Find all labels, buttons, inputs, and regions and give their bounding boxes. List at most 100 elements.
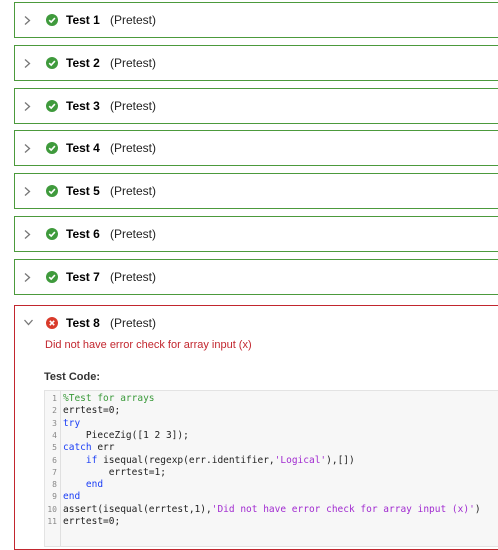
test-code-label: Test Code: <box>44 371 101 383</box>
check-circle-icon <box>46 14 58 26</box>
chevron-right-icon[interactable] <box>24 144 31 153</box>
test-header[interactable]: Test 3 (Pretest) <box>15 89 498 123</box>
chevron-right-icon[interactable] <box>24 273 31 282</box>
code-text: errtest=0; <box>63 405 120 417</box>
code-line: 3 try <box>45 418 498 430</box>
chevron-right-icon[interactable] <box>24 102 31 111</box>
code-line: 1 %Test for arrays <box>45 393 498 405</box>
chevron-right-icon[interactable] <box>24 187 31 196</box>
code-token: errtest=0; <box>63 516 121 527</box>
check-circle-icon <box>46 228 58 240</box>
test-item-4: Test 4 (Pretest) <box>14 130 498 166</box>
line-number: 5 <box>52 443 57 453</box>
code-token: isequal(regexp(err.identifier, <box>97 454 275 466</box>
line-number: 11 <box>47 517 57 526</box>
test-header[interactable]: Test 5 (Pretest) <box>15 174 498 208</box>
code-token: PieceZig([1 2 3]); <box>63 429 189 441</box>
check-circle-icon <box>46 185 58 197</box>
test-name: Test 2 <box>66 56 100 70</box>
chevron-right-icon[interactable] <box>24 59 31 68</box>
check-circle-icon <box>46 57 58 69</box>
code-text: end <box>63 479 103 491</box>
test-name: Test 7 <box>66 270 100 284</box>
test-header[interactable]: Test 4 (Pretest) <box>15 131 498 165</box>
test-type: (Pretest) <box>110 141 157 155</box>
test-name: Test 3 <box>66 99 100 113</box>
code-text: PieceZig([1 2 3]); <box>63 430 189 442</box>
line-number: 7 <box>52 467 57 477</box>
test-name: Test 1 <box>66 13 100 27</box>
code-token: end <box>85 479 104 491</box>
line-number: 10 <box>47 504 57 514</box>
test-header[interactable]: Test 8 (Pretest) <box>15 306 498 340</box>
chevron-right-icon[interactable] <box>24 16 31 25</box>
code-line: 7 errtest=1; <box>45 467 498 479</box>
code-text: assert(isequal(errtest,1),'Did not have … <box>63 504 481 516</box>
test-item-3: Test 3 (Pretest) <box>14 88 498 124</box>
line-number: 4 <box>52 430 57 440</box>
code-line: 5 catch err <box>45 442 498 454</box>
test-item-5: Test 5 (Pretest) <box>14 173 498 209</box>
check-circle-icon <box>46 271 58 283</box>
code-text: end <box>63 491 80 503</box>
code-text: if isequal(regexp(err.identifier,'Logica… <box>63 455 355 467</box>
code-token: errtest=1; <box>63 466 166 478</box>
test-item-7: Test 7 (Pretest) <box>14 259 498 295</box>
x-circle-icon <box>46 317 58 329</box>
code-line: 9 end <box>45 491 498 503</box>
test-type: (Pretest) <box>110 316 157 330</box>
code-token: %Test for arrays <box>63 393 155 404</box>
test-header[interactable]: Test 7 (Pretest) <box>15 260 498 294</box>
test-type: (Pretest) <box>110 270 157 284</box>
test-item-8: Test 8 (Pretest) Did not have error chec… <box>14 305 498 550</box>
code-token: errtest=0; <box>63 405 121 417</box>
code-token: 'Logical' <box>274 454 327 466</box>
code-line: 11 errtest=0; <box>45 516 498 528</box>
chevron-right-icon[interactable] <box>24 230 31 239</box>
test-name: Test 4 <box>66 141 100 155</box>
error-message: Did not have error check for array input… <box>45 339 252 351</box>
code-token: ),[]) <box>326 454 355 466</box>
code-token: end <box>63 491 81 503</box>
line-number: 1 <box>52 394 57 403</box>
code-token: assert(isequal(errtest,1), <box>63 503 212 515</box>
test-header[interactable]: Test 6 (Pretest) <box>15 217 498 251</box>
line-number: 6 <box>52 455 57 465</box>
test-type: (Pretest) <box>110 227 157 241</box>
code-text: errtest=1; <box>63 467 166 479</box>
test-item-1: Test 1 (Pretest) <box>14 2 498 38</box>
test-item-2: Test 2 (Pretest) <box>14 45 498 81</box>
code-line: 8 end <box>45 479 498 491</box>
test-header[interactable]: Test 2 (Pretest) <box>15 46 498 80</box>
test-name: Test 5 <box>66 184 100 198</box>
test-type: (Pretest) <box>110 184 157 198</box>
test-type: (Pretest) <box>110 56 157 70</box>
code-text: catch err <box>63 442 115 454</box>
line-number: 8 <box>52 480 57 490</box>
check-circle-icon <box>46 142 58 154</box>
line-number: 9 <box>52 492 57 502</box>
code-line: 4 PieceZig([1 2 3]); <box>45 430 498 442</box>
test-name: Test 8 <box>66 316 100 330</box>
code-line: 2 errtest=0; <box>45 405 498 417</box>
code-token: 'Did not have error check for array inpu… <box>211 503 475 515</box>
code-token: ) <box>474 503 481 515</box>
test-type: (Pretest) <box>110 13 157 27</box>
test-name: Test 6 <box>66 227 100 241</box>
test-header[interactable]: Test 1 (Pretest) <box>15 3 498 37</box>
code-token: catch <box>63 442 92 454</box>
code-text: %Test for arrays <box>63 393 155 405</box>
code-text: errtest=0; <box>63 516 120 528</box>
code-line: 6 if isequal(regexp(err.identifier,'Logi… <box>45 455 498 467</box>
code-token: try <box>63 417 81 429</box>
line-number: 3 <box>52 418 57 428</box>
test-code-block: 1 %Test for arrays 2 errtest=0; 3 try 4 PieceZ… <box>44 390 498 547</box>
code-token: err <box>91 442 115 454</box>
line-number: 2 <box>52 406 57 416</box>
code-text: try <box>63 418 80 430</box>
chevron-down-icon[interactable] <box>24 319 33 326</box>
test-item-6: Test 6 (Pretest) <box>14 216 498 252</box>
test-type: (Pretest) <box>110 99 157 113</box>
